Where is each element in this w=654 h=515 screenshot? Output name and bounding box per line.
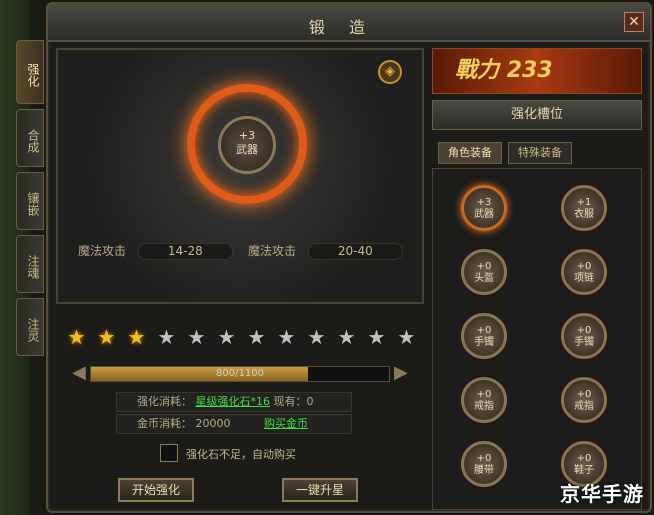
slot-name: 鞋子 xyxy=(574,465,594,476)
progress-left-cap-icon: ◀ xyxy=(72,362,86,383)
equipment-slot[interactable]: +0 项链 xyxy=(561,249,607,295)
slot-name: 手镯 xyxy=(574,337,594,348)
equipment-slot[interactable]: +0 头盔 xyxy=(461,249,507,295)
slot-level: +0 xyxy=(476,389,492,400)
progress-right-cap-icon: ▶ xyxy=(394,362,408,383)
star-icon: ★ xyxy=(277,325,296,349)
slot-name: 衣服 xyxy=(574,209,594,220)
star-icon: ★ xyxy=(157,325,176,349)
slot-name: 腰带 xyxy=(474,465,494,476)
forge-center-item[interactable]: +3 武器 xyxy=(218,116,276,174)
slot-name: 武器 xyxy=(474,209,494,220)
star-rating: ★ ★ ★ ★ ★ ★ ★ ★ ★ ★ ★ ★ xyxy=(64,326,424,348)
star-icon: ★ xyxy=(97,325,116,349)
forge-rune-icon[interactable]: ◈ xyxy=(378,60,402,84)
equipment-slot[interactable]: +0 手镯 xyxy=(561,313,607,359)
power-label: 戰力 xyxy=(455,58,500,83)
slot-name: 项链 xyxy=(574,273,594,284)
star-icon: ★ xyxy=(217,325,236,349)
close-button[interactable]: ✕ xyxy=(624,12,644,32)
auto-buy-checkbox[interactable] xyxy=(160,444,178,462)
buy-gold-link[interactable]: 购买金币 xyxy=(264,417,308,430)
equipment-slot[interactable]: +1 衣服 xyxy=(561,185,607,231)
slot-name: 戒指 xyxy=(574,401,594,412)
one-click-star-button[interactable]: 一键升星 xyxy=(282,478,358,502)
stat-current-label: 魔法攻击 xyxy=(78,244,127,258)
window-title: 锻造 xyxy=(308,18,389,37)
side-tabs: 强化 合成 镶嵌 注魂 注灵 xyxy=(16,40,46,361)
center-item-name: 武器 xyxy=(236,143,258,156)
stat-next-value: 20-40 xyxy=(307,243,403,260)
forge-panel: +3 武器 ◈ 魔法攻击 14-28 魔法攻击 20-40 xyxy=(56,48,424,304)
power-value: 233 xyxy=(506,58,553,83)
center-item-level: +3 xyxy=(238,129,256,142)
stone-cost-row: 强化消耗： 星级强化石*16 现有：0 xyxy=(116,392,352,412)
star-icon: ★ xyxy=(247,325,266,349)
slot-panel-title: 强化槽位 xyxy=(432,100,642,130)
equipment-slot[interactable]: +0 腰带 xyxy=(461,441,507,487)
tab-synthesis[interactable]: 合成 xyxy=(16,109,44,167)
equipment-slot[interactable]: +0 戒指 xyxy=(461,377,507,423)
star-icon: ★ xyxy=(67,325,86,349)
watermark: 京华手游 xyxy=(560,482,644,506)
star-icon: ★ xyxy=(367,325,386,349)
slot-level: +0 xyxy=(576,325,592,336)
gold-cost-value: 20000 xyxy=(195,417,231,430)
slot-level: +0 xyxy=(576,261,592,272)
star-icon: ★ xyxy=(127,325,146,349)
star-icon: ★ xyxy=(187,325,206,349)
tab-spirit[interactable]: 注灵 xyxy=(16,298,44,356)
gold-cost-row: 金币消耗： 20000 购买金币 xyxy=(116,414,352,434)
stone-have: 现有：0 xyxy=(273,395,314,408)
slot-level: +0 xyxy=(576,453,592,464)
stat-next: 魔法攻击 20-40 xyxy=(248,242,403,260)
stat-current-value: 14-28 xyxy=(137,243,233,260)
slot-name: 头盔 xyxy=(474,273,494,284)
progress-bar: 800/1100 xyxy=(90,366,390,382)
star-icon: ★ xyxy=(307,325,326,349)
slot-level: +0 xyxy=(476,325,492,336)
equipment-slot[interactable]: +0 手镯 xyxy=(461,313,507,359)
start-strengthen-button[interactable]: 开始强化 xyxy=(118,478,194,502)
equipment-slot[interactable]: +3 武器 xyxy=(461,185,507,231)
slot-level: +0 xyxy=(476,453,492,464)
tab-character-equip[interactable]: 角色装备 xyxy=(438,142,502,164)
tab-special-equip[interactable]: 特殊装备 xyxy=(508,142,572,164)
tab-soul[interactable]: 注魂 xyxy=(16,235,44,293)
slot-name: 戒指 xyxy=(474,401,494,412)
stat-next-label: 魔法攻击 xyxy=(248,244,297,258)
tab-strengthen[interactable]: 强化 xyxy=(16,40,44,104)
combat-power: 戰力 233 xyxy=(432,48,642,94)
title-bar: 锻造 ✕ xyxy=(48,4,650,42)
star-icon: ★ xyxy=(337,325,356,349)
slot-name: 手镯 xyxy=(474,337,494,348)
gold-cost-label: 金币消耗： xyxy=(137,417,192,430)
stone-cost-link[interactable]: 星级强化石*16 xyxy=(196,395,271,408)
stone-cost-label: 强化消耗： xyxy=(137,395,192,408)
equipment-slots: +3 武器 +1 衣服 +0 头盔 +0 项链 +0 手镯 +0 手镯 +0 戒指 +0 戒指 +0 腰带 +0 鞋子 xyxy=(432,168,642,510)
stat-current: 魔法攻击 14-28 xyxy=(78,242,233,260)
slot-level: +1 xyxy=(576,197,592,208)
tab-inlay[interactable]: 镶嵌 xyxy=(16,172,44,230)
slot-level: +0 xyxy=(476,261,492,272)
auto-buy-label: 强化石不足，自动购买 xyxy=(186,448,296,461)
star-icon: ★ xyxy=(397,325,416,349)
slot-level: +3 xyxy=(476,197,492,208)
progress-text: 800/1100 xyxy=(216,368,264,379)
slot-level: +0 xyxy=(576,389,592,400)
equipment-slot[interactable]: +0 戒指 xyxy=(561,377,607,423)
